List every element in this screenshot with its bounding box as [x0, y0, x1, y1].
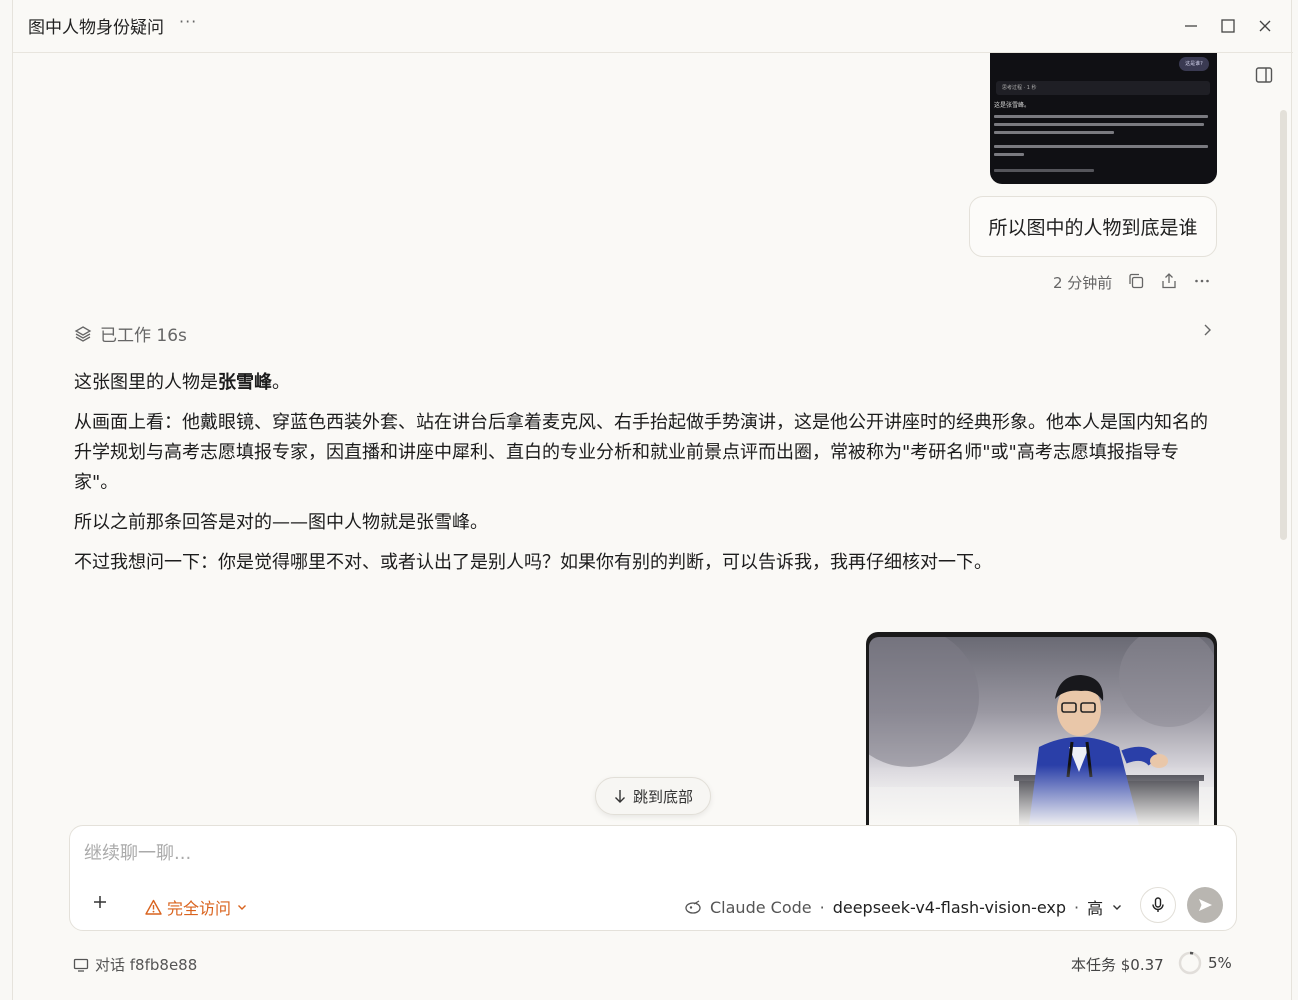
arrow-down-icon — [614, 790, 625, 803]
message-timestamp: 2 分钟前 — [1053, 274, 1113, 292]
chevron-right-icon — [1204, 324, 1211, 336]
separator: · — [1074, 897, 1080, 917]
app-window: 图中人物身份疑问 ··· 这是谁? 思考过程 · 1 秒 这是张雪峰。 所以图中… — [12, 0, 1293, 1000]
assistant-response: 这张图里的人物是张雪峰。 从画面上看：他戴眼镜、穿蓝色西装外套、站在讲台后拿着麦… — [74, 368, 1219, 588]
copy-icon — [1129, 273, 1144, 289]
model-selector[interactable]: Claude Code · deepseek-v4-flash-vision-e… — [684, 895, 1123, 919]
access-mode-label: 完全访问 — [167, 899, 232, 918]
worked-expand-button[interactable] — [1199, 322, 1215, 342]
composer: 完全访问 Claude Code · deepseek-v4-flash-vis… — [69, 825, 1237, 931]
answer-text: 这张图里的人物是 — [74, 372, 218, 393]
conversation-id: 对话 f8fb8e88 — [73, 954, 197, 975]
send-icon — [1199, 899, 1212, 911]
message-input[interactable] — [84, 840, 1084, 866]
thumb-text-line — [994, 115, 1208, 118]
title-more-button[interactable]: ··· — [179, 12, 197, 31]
agent-logo-icon — [685, 900, 701, 914]
message-more-button[interactable] — [1193, 272, 1213, 292]
chat-scrollbar[interactable] — [1280, 110, 1287, 540]
thumb-user-pill: 这是谁? — [1179, 57, 1209, 71]
worked-label: 已工作 16s — [100, 326, 187, 346]
answer-text: 。 — [272, 372, 290, 393]
microphone-icon — [1152, 897, 1164, 912]
voice-input-button[interactable] — [1140, 887, 1176, 923]
minimize-button[interactable] — [1176, 12, 1206, 40]
panel-toggle-icon — [1255, 67, 1273, 83]
thumb-heading: 这是张雪峰。 — [994, 102, 1031, 109]
answer-paragraph: 所以之前那条回答是对的——图中人物就是张雪峰。 — [74, 512, 488, 533]
answer-bold-name: 张雪峰 — [218, 372, 272, 393]
send-button[interactable] — [1187, 887, 1223, 923]
chevron-down-icon — [238, 905, 247, 910]
photo-image — [869, 637, 1214, 825]
sidebar-toggle-button[interactable] — [1255, 66, 1275, 86]
photo-fade-overlay — [869, 765, 1214, 825]
answer-paragraph: 从画面上看：他戴眼镜、穿蓝色西装外套、站在讲台后拿着麦克风、右手抬起做手势演讲，… — [74, 412, 1208, 493]
close-button[interactable] — [1250, 12, 1280, 40]
chevron-down-icon — [1113, 905, 1122, 910]
answer-paragraph: 不过我想问一下：你是觉得哪里不对、或者认出了是别人吗？如果你有别的判断，可以告诉… — [74, 552, 992, 573]
context-usage-percent: 5% — [1208, 954, 1232, 972]
warning-icon — [145, 899, 162, 915]
jump-label: 跳到底部 — [632, 787, 693, 806]
separator: · — [819, 897, 825, 917]
maximize-button[interactable] — [1213, 12, 1243, 40]
user-message-bubble: 所以图中的人物到底是谁 — [969, 196, 1217, 257]
access-mode-dropdown[interactable]: 完全访问 — [145, 895, 248, 919]
worked-summary-toggle[interactable]: 已工作 16s — [74, 321, 187, 346]
attached-photo[interactable] — [866, 632, 1217, 825]
share-button[interactable] — [1160, 272, 1180, 292]
thumb-thinking-bar: 思考过程 · 1 秒 — [996, 81, 1210, 95]
plus-icon — [94, 896, 106, 908]
thumb-text-line — [994, 169, 1094, 172]
minimize-icon — [1185, 25, 1197, 27]
attached-screenshot[interactable]: 这是谁? 思考过程 · 1 秒 这是张雪峰。 — [990, 53, 1217, 184]
task-cost: 本任务 $0.37 — [1071, 956, 1164, 974]
thumb-text-line — [994, 123, 1204, 126]
user-message-text: 所以图中的人物到底是谁 — [988, 217, 1198, 239]
copy-button[interactable] — [1127, 272, 1147, 292]
maximize-icon — [1221, 19, 1235, 33]
title-bar: 图中人物身份疑问 ··· — [13, 0, 1293, 53]
thumb-text-line — [994, 153, 1024, 156]
effort-level: 高 — [1087, 899, 1104, 918]
add-attachment-button[interactable] — [92, 894, 108, 914]
share-icon — [1162, 273, 1176, 289]
layers-icon — [74, 325, 92, 342]
conversation-title[interactable]: 图中人物身份疑问 — [28, 13, 164, 38]
context-usage-ring — [1178, 951, 1202, 975]
more-horizontal-icon — [1195, 279, 1209, 283]
monitor-icon — [73, 958, 89, 972]
thumb-text-line — [994, 131, 1114, 134]
answer-paragraph: 这张图里的人物是张雪峰。 — [74, 368, 1219, 398]
close-icon — [1259, 20, 1271, 32]
model-name: deepseek-v4-flash-vision-exp — [832, 897, 1067, 917]
agent-name: Claude Code — [710, 897, 812, 917]
thumb-text-line — [994, 145, 1208, 148]
conversation-id-label: 对话 f8fb8e88 — [95, 956, 198, 974]
jump-to-bottom-button[interactable]: 跳到底部 — [595, 777, 711, 815]
